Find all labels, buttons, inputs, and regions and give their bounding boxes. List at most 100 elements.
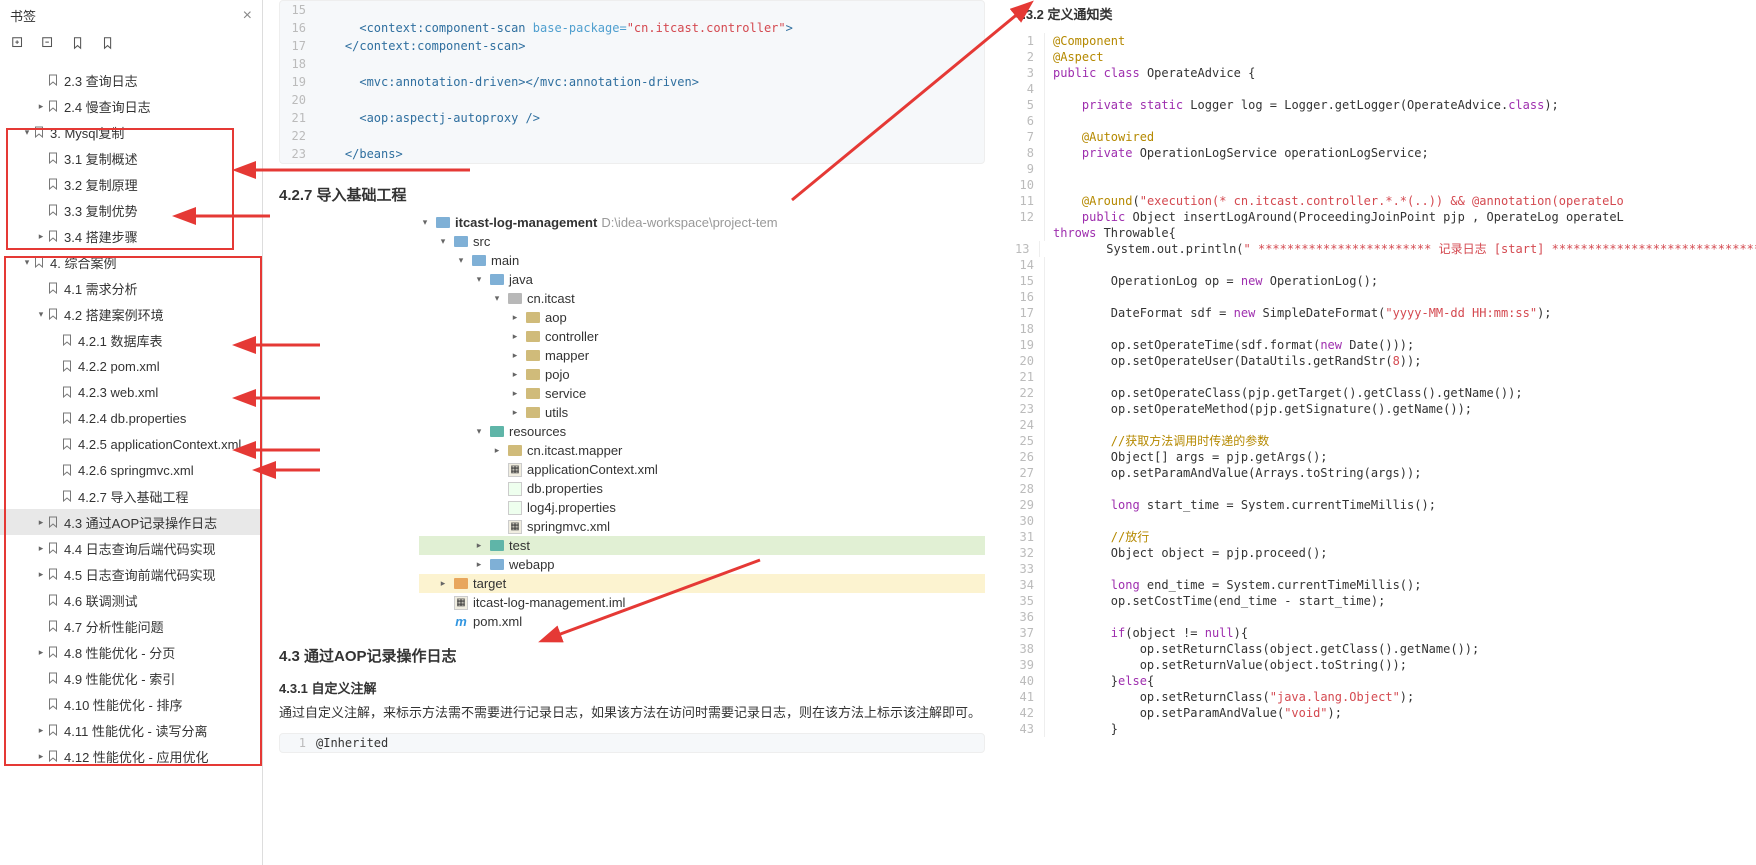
bookmark-item[interactable]: ▾4.2 搭建案例环境 (0, 301, 262, 327)
bookmark-label: 4.2.2 pom.xml (78, 359, 160, 374)
tree-item[interactable]: ▦springmvc.xml (419, 517, 985, 536)
bookmark-item[interactable]: ▸4.2.2 pom.xml (0, 353, 262, 379)
bookmark-item[interactable]: ▸4.2.3 web.xml (0, 379, 262, 405)
tree-item[interactable]: ▾src (419, 232, 985, 251)
tree-item[interactable]: ▦itcast-log-management.iml (419, 593, 985, 612)
tree-item[interactable]: ▸utils (419, 403, 985, 422)
sidebar-toolbar (0, 31, 262, 67)
tree-item[interactable]: ▸mapper (419, 346, 985, 365)
tree-item[interactable]: ▸service (419, 384, 985, 403)
tree-item[interactable]: ▾java (419, 270, 985, 289)
bookmark-label: 2.4 慢查询日志 (64, 97, 151, 116)
bookmark-label: 3.4 搭建步骤 (64, 227, 138, 246)
heading-431: 4.3.1 自定义注解 (279, 678, 985, 697)
tree-label: db.properties (527, 479, 603, 498)
bookmark-item[interactable]: ▸4.4 日志查询后端代码实现 (0, 535, 262, 561)
bookmark-item[interactable]: ▸4.2.4 db.properties (0, 405, 262, 431)
bookmark-label: 4.1 需求分析 (64, 279, 138, 298)
bookmark-label: 3.1 复制概述 (64, 149, 138, 168)
tree-item[interactable]: ▸target (419, 574, 985, 593)
tree-label: target (473, 574, 506, 593)
add-bookmark-icon[interactable] (10, 35, 26, 51)
bookmark-label: 4.2.4 db.properties (78, 411, 186, 426)
bookmark-outline-icon[interactable] (100, 35, 116, 51)
bookmark-item[interactable]: ▸4.2.6 springmvc.xml (0, 457, 262, 483)
bookmark-item[interactable]: ▸4.11 性能优化 - 读写分离 (0, 717, 262, 743)
tree-label: applicationContext.xml (527, 460, 658, 479)
bookmark-item[interactable]: ▾3. Mysql复制 (0, 119, 262, 145)
bookmark-item[interactable]: ▸4.5 日志查询前端代码实现 (0, 561, 262, 587)
bookmark-item[interactable]: ▸4.12 性能优化 - 应用优化 (0, 743, 262, 769)
bookmark-icon (62, 334, 72, 346)
tree-icon: ▦ (507, 519, 523, 535)
bookmark-item[interactable]: ▸4.1 需求分析 (0, 275, 262, 301)
bookmark-item[interactable]: ▸4.2.5 applicationContext.xml (0, 431, 262, 457)
tree-root[interactable]: ▾ itcast-log-management D:\idea-workspac… (419, 213, 985, 232)
bookmark-item[interactable]: ▸2.4 慢查询日志 (0, 93, 262, 119)
content-right: 4.3.2 定义通知类 1@Component2@Aspect3public c… (1005, 0, 1756, 865)
bookmark-label: 4.6 联调测试 (64, 591, 138, 610)
bookmark-label: 4. 综合案例 (50, 253, 116, 272)
bookmark-icon (34, 256, 44, 268)
bookmark-item[interactable]: ▸4.6 联调测试 (0, 587, 262, 613)
tree-icon (525, 329, 541, 345)
bookmark-item[interactable]: ▸4.9 性能优化 - 索引 (0, 665, 262, 691)
tree-item[interactable]: ▸test (419, 536, 985, 555)
bookmark-item[interactable]: ▸4.10 性能优化 - 排序 (0, 691, 262, 717)
tree-item[interactable]: ▸aop (419, 308, 985, 327)
tree-item[interactable]: ▸pojo (419, 365, 985, 384)
tree-label: service (545, 384, 586, 403)
tree-label: controller (545, 327, 598, 346)
bookmark-icon (62, 386, 72, 398)
remove-bookmark-icon[interactable] (40, 35, 56, 51)
annotation-code-block: 1@Inherited (279, 733, 985, 753)
tree-label: pom.xml (473, 612, 522, 631)
bookmark-item[interactable]: ▸2.3 查询日志 (0, 67, 262, 93)
bookmark-item[interactable]: ▸4.7 分析性能问题 (0, 613, 262, 639)
tree-item[interactable]: ▸cn.itcast.mapper (419, 441, 985, 460)
bookmark-label: 4.2.7 导入基础工程 (78, 487, 189, 506)
tree-item[interactable]: mpom.xml (419, 612, 985, 631)
bookmark-icon (62, 412, 72, 424)
bookmark-item[interactable]: ▸4.2.1 数据库表 (0, 327, 262, 353)
bookmark-icon (48, 152, 58, 164)
sidebar-header: 书签 × (0, 0, 262, 31)
bookmark-item[interactable]: ▸4.2.7 导入基础工程 (0, 483, 262, 509)
bookmark-icon (48, 74, 58, 86)
bookmark-icon[interactable] (70, 35, 86, 51)
bookmark-label: 4.2.3 web.xml (78, 385, 158, 400)
project-tree: ▾ itcast-log-management D:\idea-workspac… (419, 213, 985, 631)
bookmark-item[interactable]: ▸3.4 搭建步骤 (0, 223, 262, 249)
bookmark-label: 4.8 性能优化 - 分页 (64, 643, 175, 662)
close-icon[interactable]: × (243, 7, 252, 25)
heading-43: 4.3 通过AOP记录操作日志 (279, 645, 985, 666)
bookmark-label: 4.2.1 数据库表 (78, 331, 163, 350)
bookmark-label: 3.3 复制优势 (64, 201, 138, 220)
bookmark-item[interactable]: ▸4.3 通过AOP记录操作日志 (0, 509, 262, 535)
tree-item[interactable]: ▾resources (419, 422, 985, 441)
tree-label: utils (545, 403, 568, 422)
bookmark-label: 2.3 查询日志 (64, 71, 138, 90)
bookmark-list[interactable]: ▸2.3 查询日志▸2.4 慢查询日志▾3. Mysql复制▸3.1 复制概述▸… (0, 67, 262, 865)
tree-icon (471, 253, 487, 269)
tree-item[interactable]: log4j.properties (419, 498, 985, 517)
bookmark-item[interactable]: ▸3.2 复制原理 (0, 171, 262, 197)
tree-item[interactable]: db.properties (419, 479, 985, 498)
bookmark-item[interactable]: ▸3.3 复制优势 (0, 197, 262, 223)
bookmark-icon (48, 100, 58, 112)
tree-icon (507, 500, 523, 516)
tree-item[interactable]: ▸controller (419, 327, 985, 346)
bookmark-icon (48, 308, 58, 320)
tree-icon (525, 310, 541, 326)
tree-item[interactable]: ▾cn.itcast (419, 289, 985, 308)
bookmark-item[interactable]: ▸4.8 性能优化 - 分页 (0, 639, 262, 665)
tree-item[interactable]: ▾main (419, 251, 985, 270)
bookmark-item[interactable]: ▸3.1 复制概述 (0, 145, 262, 171)
tree-item[interactable]: ▸webapp (419, 555, 985, 574)
tree-item[interactable]: ▦applicationContext.xml (419, 460, 985, 479)
tree-icon (525, 367, 541, 383)
tree-icon (489, 557, 505, 573)
bookmark-icon (48, 620, 58, 632)
bookmark-icon (48, 724, 58, 736)
bookmark-item[interactable]: ▾4. 综合案例 (0, 249, 262, 275)
